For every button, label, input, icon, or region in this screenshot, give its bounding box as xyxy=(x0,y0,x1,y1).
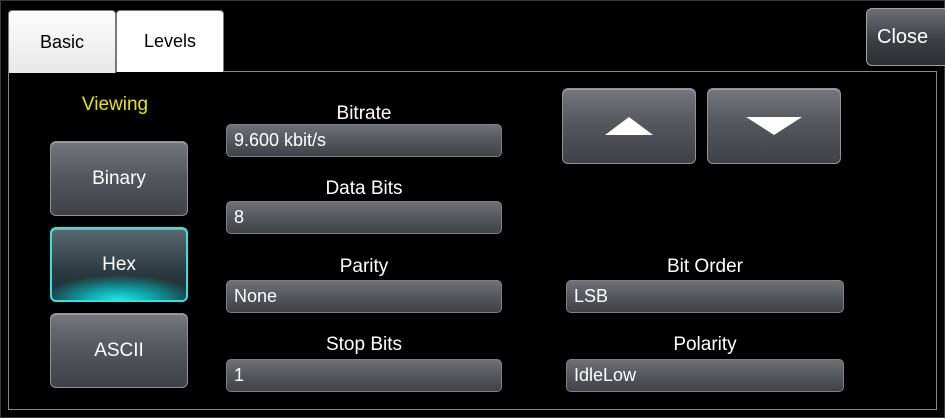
stop-bits-label: Stop Bits xyxy=(325,334,403,355)
tab-basic[interactable]: Basic xyxy=(8,10,116,73)
viewing-label: Viewing xyxy=(81,94,149,115)
bit-order-label: Bit Order xyxy=(666,256,744,277)
ascii-button[interactable]: ASCII xyxy=(50,313,188,388)
binary-button-label: Binary xyxy=(92,167,146,189)
tab-basic-label: Basic xyxy=(39,31,84,52)
bitrate-label: Bitrate xyxy=(336,103,392,124)
polarity-label: Polarity xyxy=(673,334,737,355)
ascii-button-label: ASCII xyxy=(94,339,144,361)
parity-label: Parity xyxy=(339,256,389,277)
down-arrow-icon xyxy=(746,117,802,135)
up-arrow-icon xyxy=(605,117,653,135)
bitrate-field[interactable]: 9.600 kbit/s xyxy=(226,124,502,157)
data-bits-value: 8 xyxy=(234,207,245,227)
down-button[interactable] xyxy=(707,88,841,164)
bitrate-value: 9.600 kbit/s xyxy=(234,130,327,150)
stop-bits-field[interactable]: 1 xyxy=(226,359,502,392)
binary-button[interactable]: Binary xyxy=(50,141,188,216)
hex-button-label: Hex xyxy=(102,253,136,275)
bit-order-value: LSB xyxy=(574,286,609,306)
close-button[interactable]: Close xyxy=(866,8,945,66)
tab-levels[interactable]: Levels xyxy=(116,10,224,72)
tab-baseline xyxy=(224,71,937,72)
bit-order-field[interactable]: LSB xyxy=(566,280,844,313)
data-bits-field[interactable]: 8 xyxy=(226,201,502,234)
up-button[interactable] xyxy=(562,88,696,164)
polarity-value: IdleLow xyxy=(574,365,637,385)
close-label: Close xyxy=(877,25,929,48)
stop-bits-value: 1 xyxy=(234,365,245,385)
parity-value: None xyxy=(234,286,278,306)
polarity-field[interactable]: IdleLow xyxy=(566,359,844,392)
parity-field[interactable]: None xyxy=(226,280,502,313)
tab-levels-label: Levels xyxy=(143,31,197,51)
data-bits-label: Data Bits xyxy=(325,178,403,199)
hex-button[interactable]: Hex xyxy=(50,227,188,302)
